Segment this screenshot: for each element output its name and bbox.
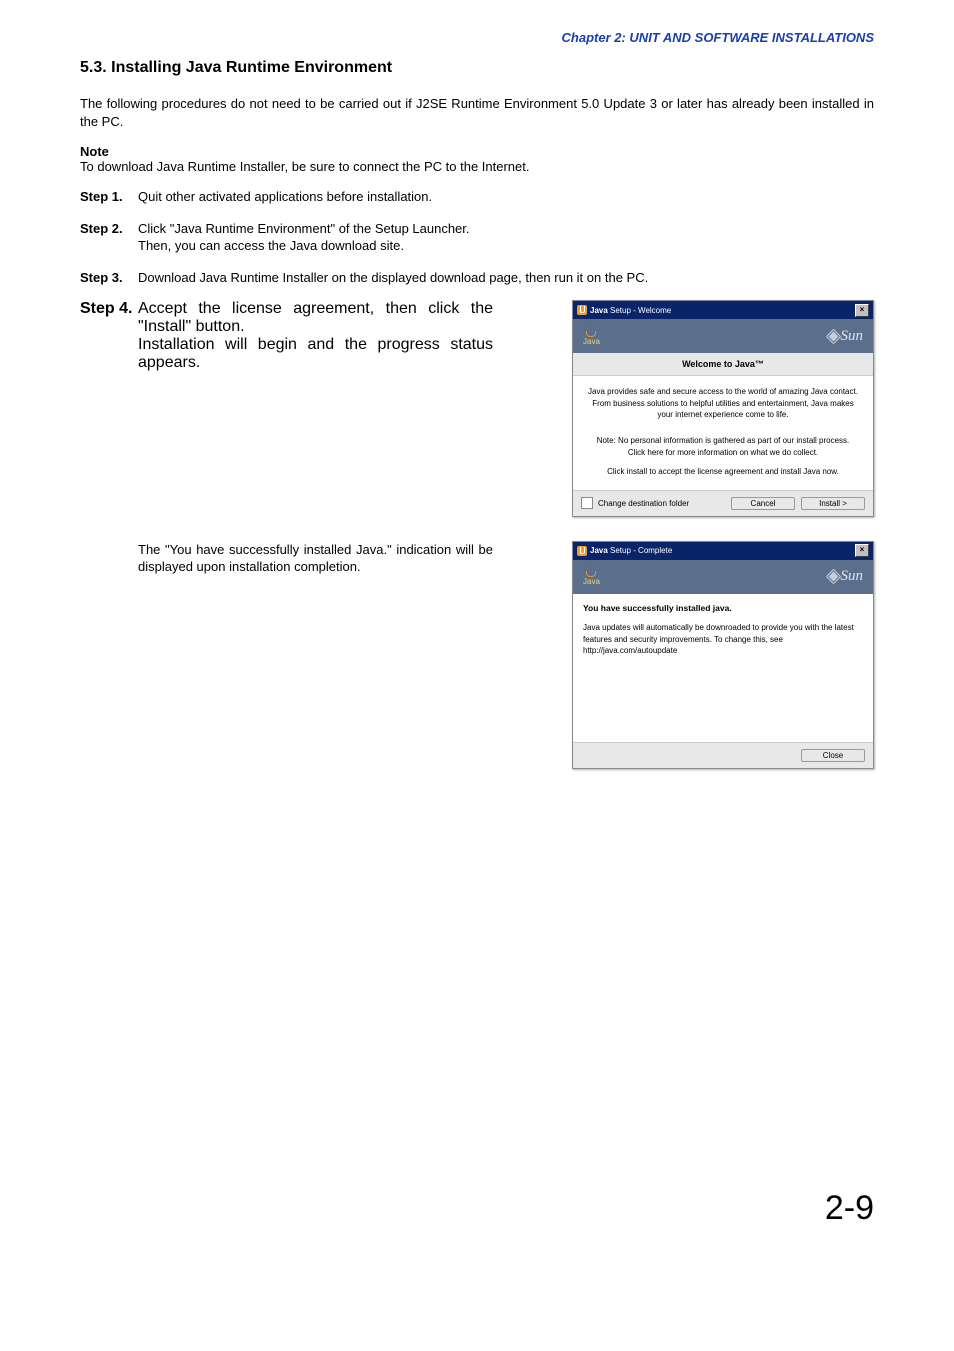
dialog-titlebar: Java Setup - Welcome × [573, 301, 873, 319]
cancel-button[interactable]: Cancel [731, 497, 795, 510]
step-4-completion-text: The "You have successfully installed Jav… [138, 541, 493, 576]
java-icon [577, 546, 587, 556]
intro-text: The following procedures do not need to … [80, 95, 874, 130]
java-setup-welcome-dialog: Java Setup - Welcome × Java Sun Welcome [572, 300, 874, 517]
step-4-text: Accept the license agreement, then click… [138, 300, 493, 372]
dialog-title: Java Setup - Complete [590, 546, 672, 555]
step-1-label: Step 1. [80, 188, 138, 206]
install-button[interactable]: Install > [801, 497, 865, 510]
change-destination-checkbox[interactable] [581, 497, 593, 509]
dialog-welcome-heading: Welcome to Java™ [573, 353, 873, 376]
step-3-label: Step 3. [80, 269, 138, 287]
close-icon[interactable]: × [855, 304, 869, 317]
chapter-header: Chapter 2: UNIT AND SOFTWARE INSTALLATIO… [80, 30, 874, 45]
dialog-body-text: Java updates will automatically be downr… [583, 622, 863, 657]
close-icon[interactable]: × [855, 544, 869, 557]
dialog-footer: Close [573, 742, 873, 768]
sun-logo: Sun [828, 568, 864, 585]
page-number: 2-9 [80, 1189, 874, 1228]
success-heading: You have successfully installed java. [583, 602, 863, 614]
step-2-text: Click "Java Runtime Environment" of the … [138, 220, 874, 255]
java-logo: Java [583, 327, 600, 346]
java-icon [577, 305, 587, 315]
section-title: 5.3. Installing Java Runtime Environment [80, 59, 874, 77]
change-destination-label: Change destination folder [598, 499, 689, 508]
step-1-text: Quit other activated applications before… [138, 188, 874, 206]
dialog-footer: Change destination folder Cancel Install… [573, 490, 873, 516]
step-2-label: Step 2. [80, 220, 138, 255]
dialog-paragraph-1: Java provides safe and secure access to … [585, 386, 861, 421]
note-text: To download Java Runtime Installer, be s… [80, 159, 874, 174]
sun-logo: Sun [828, 328, 864, 345]
step-4-label: Step 4. [80, 300, 138, 372]
step-3-text: Download Java Runtime Installer on the d… [138, 269, 874, 287]
dialog-title: Java Setup - Welcome [590, 306, 671, 315]
dialog-paragraph-3: Click install to accept the license agre… [585, 466, 861, 478]
dialog-banner: Java Sun [573, 319, 873, 353]
java-logo: Java [583, 567, 600, 586]
dialog-banner: Java Sun [573, 560, 873, 594]
dialog-titlebar: Java Setup - Complete × [573, 542, 873, 560]
dialog-paragraph-2: Note: No personal information is gathere… [585, 435, 861, 458]
note-label: Note [80, 144, 874, 159]
close-button[interactable]: Close [801, 749, 865, 762]
java-setup-complete-dialog: Java Setup - Complete × Java Sun You ha [572, 541, 874, 769]
